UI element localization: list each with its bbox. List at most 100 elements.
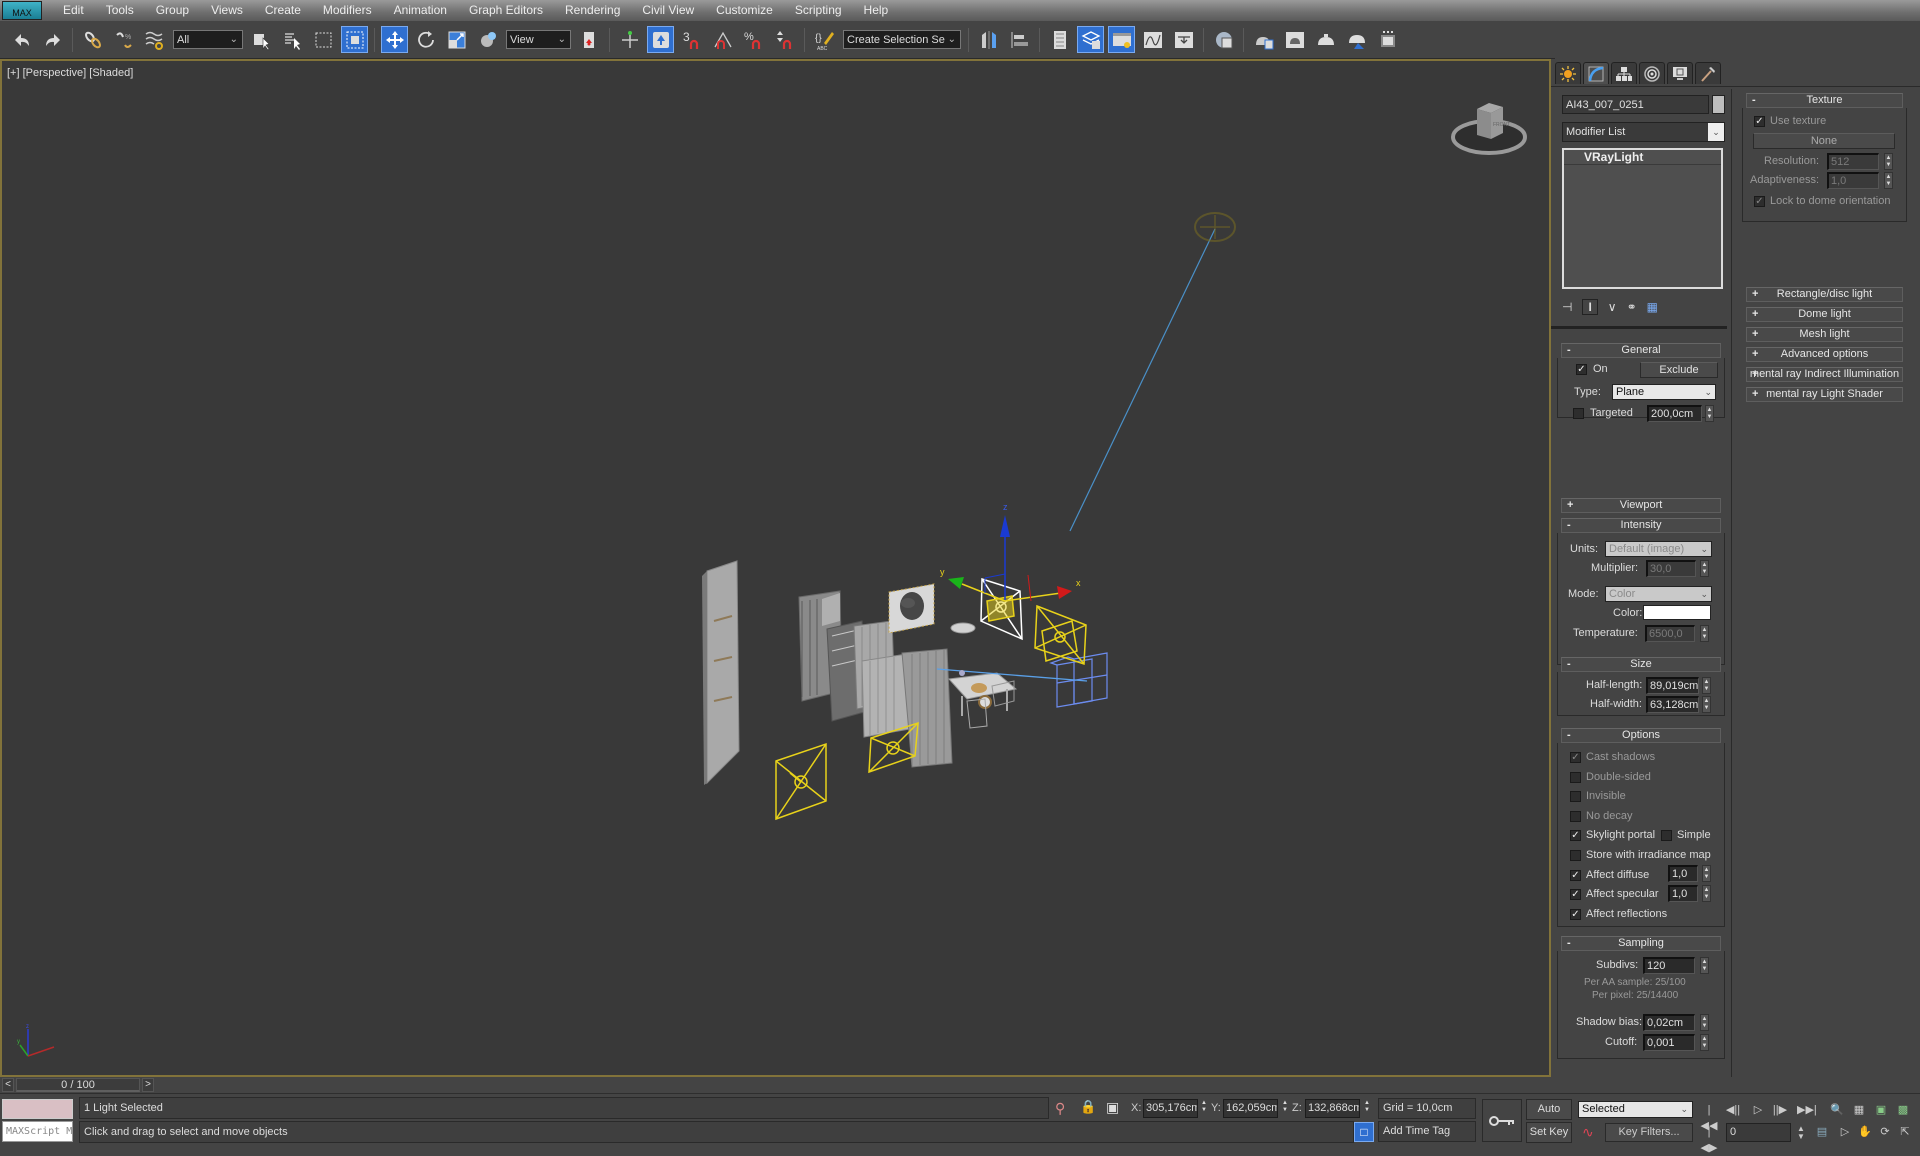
render-cloud-button[interactable] [1374,26,1401,53]
option-checkbox[interactable]: ✓ [1570,889,1581,900]
selection-lock-icon[interactable]: 🔒 [1080,1099,1096,1115]
half-length-field[interactable]: 89,019cm [1646,677,1699,694]
menu-create[interactable]: Create [254,0,312,21]
modifier-list-dropdown[interactable]: Modifier List ⌄ [1562,122,1725,142]
adaptiveness-spinner[interactable]: ▲ ▼ [1884,172,1893,189]
collapsed-rollout-header[interactable]: + mental ray Light Shader [1746,387,1903,402]
modify-tab[interactable] [1583,62,1609,84]
zoom-all-icon[interactable]: ▦ [1850,1102,1868,1118]
bind-space-warp-button[interactable] [141,26,168,53]
affect-specular-field[interactable]: 1,0 [1668,885,1698,902]
multiplier-spinner[interactable]: ▲ ▼ [1700,560,1709,577]
mode-dropdown[interactable]: Color ⌄ [1605,586,1712,602]
rendered-frame-window-button[interactable] [1281,26,1308,53]
collapsed-rollout-header[interactable]: + Dome light [1746,307,1903,322]
x-coord-field[interactable]: 305,176cm [1143,1099,1198,1118]
affect-diffuse-field[interactable]: 1,0 [1668,865,1698,882]
toggle-ribbon-button[interactable] [1108,26,1135,53]
utilities-tab[interactable] [1695,62,1721,84]
menu-views[interactable]: Views [200,0,254,21]
angle-snap-button[interactable] [709,26,736,53]
collapsed-rollout-header[interactable]: + Rectangle/disc light [1746,287,1903,302]
configure-modifier-sets-icon[interactable]: ▦ [1647,300,1658,314]
option-checkbox[interactable] [1570,772,1581,783]
cutoff-spinner[interactable]: ▲ ▼ [1700,1034,1709,1051]
simple-checkbox[interactable] [1661,830,1672,841]
hierarchy-tab[interactable] [1611,62,1637,84]
select-and-manipulate-button[interactable] [616,26,643,53]
use-pivot-center-button[interactable] [576,26,603,53]
curve-editor-button[interactable] [1139,26,1166,53]
pin-stack-icon[interactable]: ⊣ [1562,300,1572,314]
render-production-button[interactable] [1312,26,1339,53]
select-by-name-button[interactable] [279,26,306,53]
half-length-spinner[interactable]: ▲ ▼ [1702,677,1711,694]
scene-geometry[interactable]: z x y [2,61,1549,1075]
collapsed-rollout-header[interactable]: + Advanced options [1746,347,1903,362]
select-and-move-button[interactable] [381,26,408,53]
time-slider-prev-button[interactable]: < [2,1078,14,1092]
render-setup-button[interactable] [1250,26,1277,53]
menu-group[interactable]: Group [145,0,200,21]
targeted-checkbox[interactable] [1573,408,1584,419]
shadow-bias-spinner[interactable]: ▲ ▼ [1700,1014,1709,1031]
adaptiveness-field[interactable]: 1,0 [1827,172,1879,189]
go-to-start-icon[interactable]: |◀◀ [1700,1102,1718,1132]
perspective-viewport[interactable]: [+] [Perspective] [Shaded] z x y FRONT z… [0,59,1551,1077]
show-end-result-icon[interactable]: I [1582,299,1598,315]
modifier-stack[interactable]: VRayLight [1562,148,1723,289]
make-unique-icon[interactable]: ∨ [1608,300,1617,314]
units-dropdown[interactable]: Default (image) ⌄ [1605,541,1712,557]
current-frame-spinner[interactable]: ▲ ▼ [1792,1125,1810,1141]
x-coord-spinner[interactable]: ▲ ▼ [1200,1100,1208,1116]
general-rollout-header[interactable]: - General [1561,343,1721,358]
auto-key-button[interactable]: Auto Key [1526,1099,1572,1134]
menu-help[interactable]: Help [853,0,900,21]
snaps-toggle-button[interactable]: 3 [678,26,705,53]
render-iterative-button[interactable] [1343,26,1370,53]
shadow-bias-field[interactable]: 0,02cm [1643,1014,1695,1031]
texture-map-button[interactable]: None [1753,133,1895,149]
adaptive-degradation-icon[interactable]: □ [1354,1122,1374,1142]
resolution-spinner[interactable]: ▲ ▼ [1884,153,1893,170]
option-checkbox[interactable]: ✓ [1570,870,1581,881]
light-on-checkbox[interactable]: ✓ [1576,364,1587,375]
option-checkbox[interactable]: ✓ [1570,909,1581,920]
percent-snap-button[interactable]: % [740,26,767,53]
collapsed-rollout-header[interactable]: + mental ray Indirect Illumination [1746,367,1903,382]
texture-rollout-header[interactable]: - Texture [1746,93,1903,108]
multiplier-field[interactable]: 30,0 [1646,560,1696,577]
z-coord-spinner[interactable]: ▲ ▼ [1363,1100,1371,1116]
lock-dome-orientation-checkbox[interactable]: ✓ [1754,196,1765,207]
menu-civil-view[interactable]: Civil View [631,0,705,21]
z-coord-field[interactable]: 132,868cm [1305,1099,1360,1118]
maxscript-listener-output[interactable] [2,1099,73,1119]
select-and-place-button[interactable] [474,26,501,53]
y-coord-spinner[interactable]: ▲ ▼ [1281,1100,1289,1116]
menu-customize[interactable]: Customize [705,0,784,21]
select-and-rotate-button[interactable] [412,26,439,53]
reference-coordinate-dropdown[interactable]: View ⌄ [506,30,571,49]
option-checkbox[interactable]: ✓ [1570,752,1581,763]
subdivs-field[interactable]: 120 [1643,957,1695,974]
go-to-end-icon[interactable]: ▶▶| [1797,1102,1817,1118]
use-texture-checkbox[interactable]: ✓ [1754,116,1765,127]
current-frame-field[interactable]: 0 [1726,1123,1791,1142]
track-bar[interactable] [156,1077,1920,1093]
next-frame-icon[interactable]: ||▶ [1771,1102,1789,1118]
schematic-view-button[interactable] [1170,26,1197,53]
previous-frame-icon[interactable]: ◀|| [1724,1102,1742,1118]
field-of-view-icon[interactable]: ▷ [1836,1124,1854,1140]
mirror-button[interactable] [975,26,1002,53]
isolate-selection-icon[interactable]: ⚲ [1055,1100,1065,1117]
orbit-icon[interactable]: ⟳ [1876,1124,1894,1140]
key-filters-button[interactable]: Key Filters... [1605,1123,1693,1142]
viewcube[interactable]: FRONT [1449,95,1529,159]
resolution-field[interactable]: 512 [1827,153,1879,170]
affect-specular-spinner[interactable]: ▲ ▼ [1702,885,1711,902]
scene-explorer-button[interactable] [1046,26,1073,53]
absolute-mode-transform-icon[interactable]: ▣ [1106,1099,1119,1116]
intensity-rollout-header[interactable]: - Intensity [1561,518,1721,533]
add-time-tag[interactable]: Add Time Tag [1378,1121,1476,1142]
option-checkbox[interactable] [1570,811,1581,822]
